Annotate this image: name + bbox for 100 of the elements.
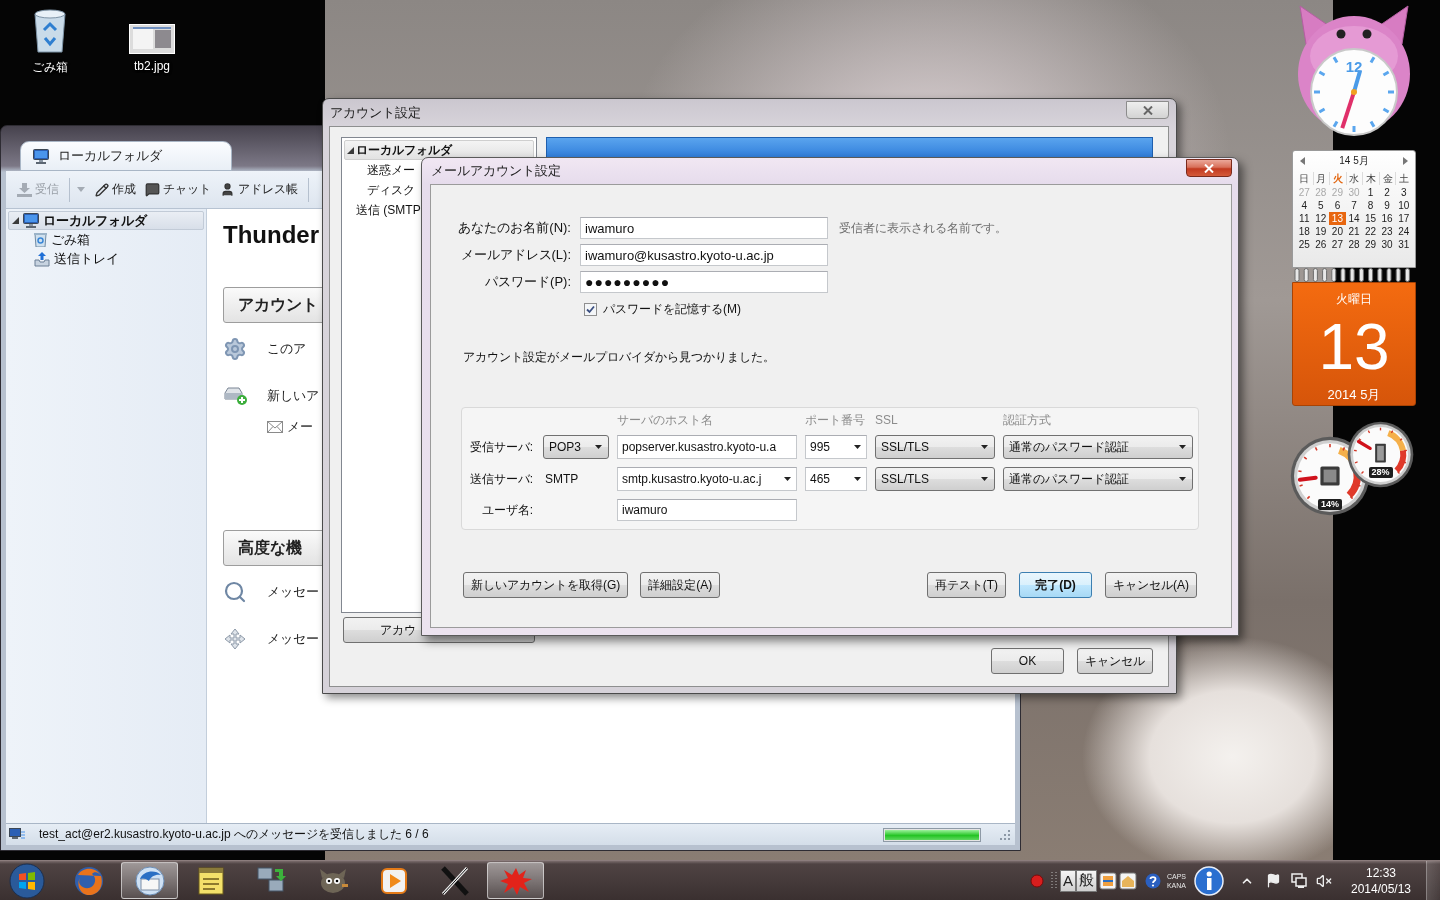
next-icon[interactable] bbox=[1403, 157, 1408, 165]
input-field[interactable]: iwamuro bbox=[617, 499, 797, 521]
calendar-day[interactable]: 20 bbox=[1329, 225, 1346, 238]
expand-arrow-icon[interactable] bbox=[347, 146, 354, 154]
dialog-button[interactable]: OK bbox=[991, 648, 1064, 674]
toolbar-button[interactable]: アドレス帳 bbox=[217, 176, 301, 203]
resize-grip-icon[interactable] bbox=[999, 828, 1011, 841]
dialog-button[interactable]: キャンセル(A) bbox=[1105, 572, 1197, 598]
dropdown[interactable]: POP3 bbox=[543, 435, 609, 459]
calendar-day[interactable]: 1 bbox=[1362, 186, 1379, 199]
toolbar-button[interactable]: チャット bbox=[142, 176, 214, 203]
gauge-reading: 14% bbox=[1318, 499, 1342, 510]
folder-item[interactable]: ローカルフォルダ bbox=[8, 211, 204, 230]
dropdown[interactable]: 通常のパスワード認証 bbox=[1003, 435, 1193, 459]
close-button[interactable] bbox=[1126, 101, 1169, 119]
combo-box[interactable]: 995 bbox=[805, 435, 867, 459]
status-text: test_act@er2.kusastro.kyoto-u.ac.jp へのメッセージを受信しました 6 / 6 bbox=[39, 826, 430, 843]
calendar-day[interactable]: 6 bbox=[1329, 199, 1346, 212]
action-link[interactable]: メッセー bbox=[267, 583, 319, 601]
image-thumbnail-icon[interactable] bbox=[129, 24, 175, 54]
calendar-day[interactable]: 2 bbox=[1378, 186, 1396, 199]
calendar-day[interactable]: 7 bbox=[1345, 199, 1363, 212]
toolbar-button[interactable]: 作成 bbox=[92, 176, 139, 203]
ime-tool-icon[interactable] bbox=[1118, 871, 1137, 890]
input-field[interactable]: iwamuro bbox=[580, 217, 828, 239]
folder-item[interactable]: 送信トレイ bbox=[8, 249, 204, 268]
calendar-day[interactable]: 14 bbox=[1345, 212, 1363, 225]
dropdown[interactable]: 通常のパスワード認証 bbox=[1003, 467, 1193, 491]
desktop-icon-label[interactable]: ごみ箱 bbox=[32, 59, 68, 76]
field-hint: 受信者に表示される名前です。 bbox=[839, 219, 1007, 237]
calendar-day[interactable]: 15 bbox=[1362, 212, 1379, 225]
column-header: ポート番号 bbox=[805, 413, 866, 427]
calendar-day[interactable]: 29 bbox=[1362, 238, 1379, 251]
tree-item[interactable]: ローカルフォルダ bbox=[344, 140, 534, 160]
calendar-day[interactable]: 12 bbox=[1312, 212, 1330, 225]
calendar-day[interactable]: 3 bbox=[1395, 186, 1412, 199]
folder-tab[interactable]: ローカルフォルダ bbox=[20, 141, 232, 171]
calendar-day[interactable]: 18 bbox=[1296, 225, 1313, 238]
checkbox-label[interactable]: パスワードを記憶する(M) bbox=[603, 300, 741, 318]
calendar-day[interactable]: 30 bbox=[1378, 238, 1396, 251]
info-icon[interactable] bbox=[1194, 865, 1224, 896]
password-field[interactable]: ●●●●●●●●● bbox=[580, 271, 828, 293]
dropdown[interactable]: SSL/TLS bbox=[875, 435, 995, 459]
calendar-day[interactable]: 17 bbox=[1395, 212, 1412, 225]
combo-box[interactable]: smtp.kusastro.kyoto-u.ac.j bbox=[617, 467, 797, 491]
expand-arrow-icon[interactable] bbox=[12, 217, 19, 224]
help-icon[interactable] bbox=[1144, 872, 1161, 889]
weekday-text: 火曜日 bbox=[1336, 291, 1372, 307]
dialog-button[interactable]: 詳細設定(A) bbox=[640, 572, 721, 598]
calendar-day[interactable]: 25 bbox=[1296, 238, 1313, 251]
calendar-day[interactable]: 26 bbox=[1312, 238, 1330, 251]
calendar-day[interactable]: 19 bbox=[1312, 225, 1330, 238]
clock-button[interactable]: 12:33 2014/05/13 bbox=[1340, 861, 1422, 900]
animal-head-icon bbox=[317, 867, 348, 894]
combo-box[interactable]: 465 bbox=[805, 467, 867, 491]
calendar-day[interactable]: 28 bbox=[1345, 238, 1363, 251]
calendar-day[interactable]: 8 bbox=[1362, 199, 1379, 212]
action-link[interactable]: このア bbox=[267, 340, 306, 358]
caret-icon bbox=[784, 477, 791, 481]
folder-item[interactable]: ごみ箱 bbox=[8, 230, 204, 249]
ime-pad-icon[interactable] bbox=[1098, 871, 1117, 890]
previous-icon[interactable] bbox=[1300, 157, 1305, 165]
action-link[interactable]: 新しいア bbox=[267, 387, 319, 405]
dialog-button[interactable]: キャンセル bbox=[1077, 648, 1153, 674]
recycle-bin-icon[interactable] bbox=[33, 8, 67, 54]
action-link[interactable]: メー bbox=[287, 418, 313, 436]
input-field[interactable]: iwamuro@kusastro.kyoto-u.ac.jp bbox=[580, 244, 828, 266]
close-button[interactable] bbox=[1186, 159, 1232, 177]
calendar-day[interactable]: 27 bbox=[1329, 238, 1346, 251]
taskbar-button[interactable] bbox=[487, 862, 544, 899]
input-mode-button[interactable]: A bbox=[1059, 869, 1076, 892]
speaker-muted-icon[interactable] bbox=[1316, 872, 1332, 889]
calendar-day[interactable]: 5 bbox=[1312, 199, 1330, 212]
field-label: 受信サーバ: bbox=[469, 438, 534, 456]
checkbox[interactable] bbox=[584, 302, 597, 316]
field-label: 送信サーバ: bbox=[469, 470, 534, 488]
calendar-day[interactable]: 21 bbox=[1345, 225, 1363, 238]
taskbar-button[interactable] bbox=[121, 862, 178, 899]
dialog-button[interactable]: 完了(D) bbox=[1019, 572, 1092, 598]
calendar-day[interactable]: 24 bbox=[1395, 225, 1412, 238]
calendar-day[interactable]: 16 bbox=[1378, 212, 1396, 225]
input-field[interactable]: popserver.kusastro.kyoto-u.a bbox=[617, 435, 797, 459]
dialog-button[interactable]: 新しいアカウントを取得(G) bbox=[463, 572, 629, 598]
calendar-day[interactable]: 22 bbox=[1362, 225, 1379, 238]
calendar-day[interactable]: 4 bbox=[1296, 199, 1313, 212]
calendar-day[interactable]: 31 bbox=[1395, 238, 1412, 251]
play-icon bbox=[380, 867, 407, 894]
calendar-day[interactable]: 11 bbox=[1296, 212, 1313, 225]
desktop-icon-label[interactable]: tb2.jpg bbox=[134, 59, 170, 73]
calendar-day[interactable]: 23 bbox=[1378, 225, 1396, 238]
flag-icon[interactable] bbox=[1266, 873, 1281, 888]
show-desktop-button[interactable] bbox=[1426, 860, 1440, 900]
dialog-button[interactable]: 再テスト(T) bbox=[926, 572, 1006, 598]
conversion-mode-button[interactable]: 般 bbox=[1075, 869, 1097, 892]
calendar-day[interactable]: 10 bbox=[1395, 199, 1412, 212]
network-icon[interactable] bbox=[1291, 873, 1307, 888]
calendar-day[interactable]: 9 bbox=[1378, 199, 1396, 212]
dropdown[interactable]: SSL/TLS bbox=[875, 467, 995, 491]
action-link[interactable]: メッセー bbox=[267, 630, 319, 648]
field-label: メールアドレス(L): bbox=[459, 246, 571, 264]
